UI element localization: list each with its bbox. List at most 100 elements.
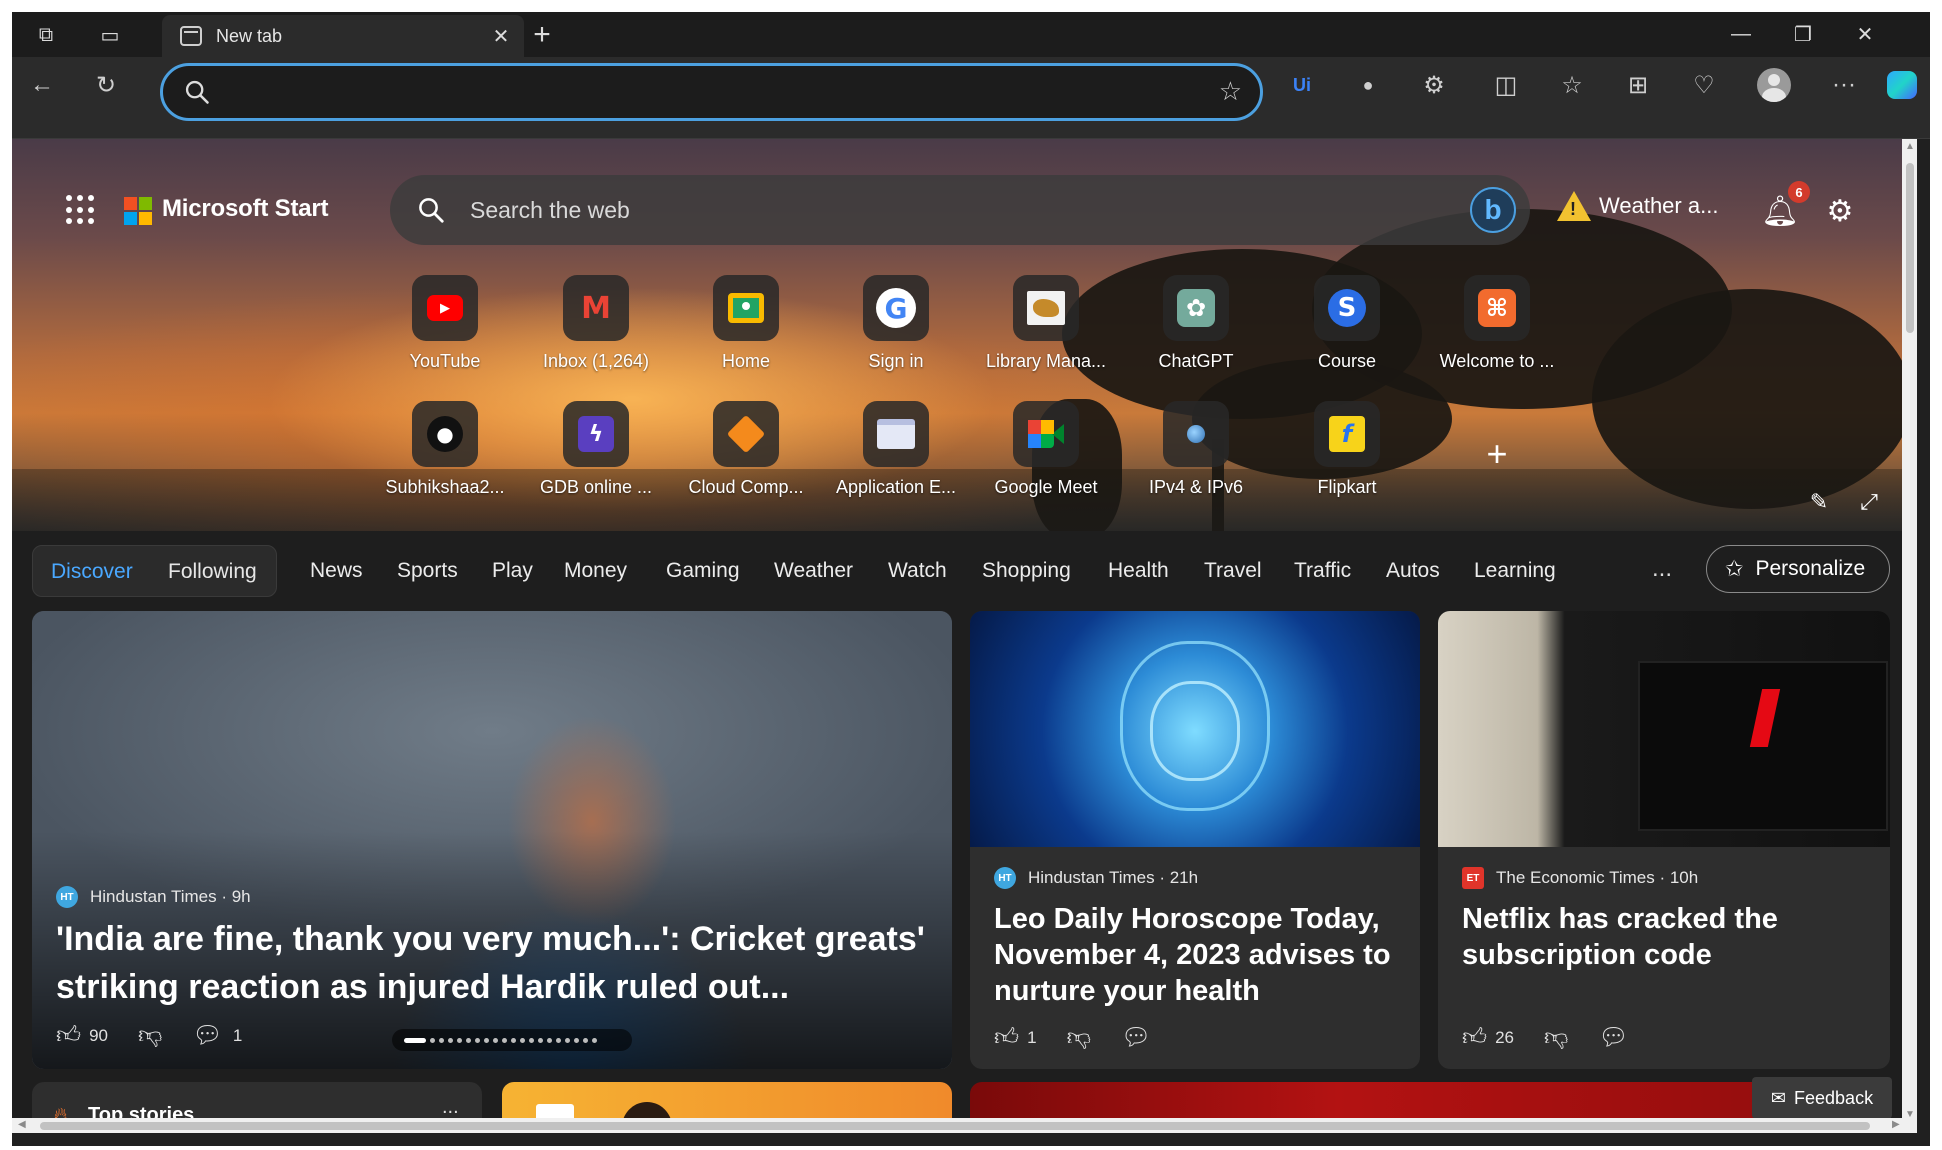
split-screen-icon[interactable]: ◫ [1484, 63, 1528, 107]
category-weather[interactable]: Weather [774, 559, 853, 583]
more-categories-button[interactable]: ... [1652, 555, 1672, 583]
back-icon[interactable]: ← [20, 63, 64, 107]
weather-alert[interactable]: Weather a... [1557, 191, 1718, 221]
category-money[interactable]: Money [564, 559, 627, 583]
workspaces-icon[interactable]: ⧉ [28, 20, 64, 50]
extension-mic-icon[interactable]: ● [1346, 63, 1390, 107]
scroll-right-icon[interactable]: ▶ [1892, 1119, 1900, 1130]
horizontal-scrollbar[interactable]: ◀ ▶ [12, 1118, 1917, 1133]
quick-link-label: ChatGPT [1158, 351, 1234, 371]
category-health[interactable]: Health [1108, 559, 1169, 583]
copilot-icon[interactable] [1880, 63, 1924, 107]
quick-link-flipkart[interactable]: f Flipkart [1277, 401, 1417, 511]
tab-actions-icon[interactable]: ▭ [92, 20, 128, 50]
tab-discover[interactable]: Discover [51, 560, 133, 584]
personalize-button[interactable]: ✩ Personalize [1706, 545, 1890, 593]
close-tab-icon[interactable]: ✕ [488, 23, 514, 49]
category-play[interactable]: Play [492, 559, 533, 583]
collections-icon[interactable]: ⊞ [1616, 63, 1660, 107]
carousel-indicator[interactable] [392, 1029, 632, 1051]
favorites-icon[interactable]: ☆ [1550, 63, 1594, 107]
tab-new-tab[interactable]: New tab ✕ [162, 15, 524, 57]
library-icon [1013, 275, 1079, 341]
quick-link-google-meet[interactable]: Google Meet [976, 401, 1116, 511]
add-shortcut-button[interactable]: + [1477, 433, 1517, 474]
like-count: 90 [89, 1025, 109, 1045]
quick-link-sign-in[interactable]: G Sign in [826, 275, 966, 385]
story-headline[interactable]: 'India are fine, thank you very much...'… [56, 915, 936, 1011]
story-headline[interactable]: Netflix has cracked the subscription cod… [1462, 901, 1872, 973]
web-search-box[interactable]: b [390, 175, 1530, 245]
top-stories-more-button[interactable]: ... [442, 1096, 459, 1119]
quick-link-course[interactable]: S Course [1277, 275, 1417, 385]
github-icon: ● [412, 401, 478, 467]
new-tab-page-icon [180, 26, 202, 46]
page-settings-gear-icon[interactable]: ⚙ [1820, 191, 1860, 231]
quick-link-ipv4-ipv6[interactable]: IPv4 & IPv6 [1126, 401, 1266, 511]
story-headline[interactable]: Leo Daily Horoscope Today, November 4, 2… [994, 901, 1404, 1009]
course-icon: S [1314, 275, 1380, 341]
horizontal-scroll-thumb[interactable] [40, 1122, 1870, 1130]
expand-icon[interactable]: ⤢ [1854, 487, 1884, 517]
vertical-scroll-thumb[interactable] [1906, 163, 1914, 333]
new-tab-button[interactable]: + [524, 18, 560, 52]
quick-link-label: Cloud Comp... [688, 477, 804, 497]
quick-link-application[interactable]: Application E... [826, 401, 966, 511]
dislike-icon[interactable]: 👎︎ [1544, 1024, 1568, 1052]
quick-link-welcome[interactable]: ⌘ Welcome to ... [1427, 275, 1567, 385]
restore-icon[interactable]: ❐ [1772, 16, 1834, 52]
category-travel[interactable]: Travel [1204, 559, 1262, 583]
comment-icon[interactable]: 💬︎ [1598, 1023, 1628, 1052]
tab-title: New tab [216, 25, 283, 46]
search-input[interactable] [470, 190, 1370, 230]
address-input[interactable] [225, 74, 1125, 110]
scroll-up-icon[interactable]: ▲ [1905, 141, 1915, 152]
netflix-tv-image [1438, 611, 1890, 847]
refresh-icon[interactable]: ↻ [84, 63, 128, 107]
vertical-scrollbar[interactable]: ▲ ▼ [1902, 139, 1917, 1125]
featured-story-card[interactable]: HT Hindustan Times · 9h 'India are fine,… [32, 611, 952, 1069]
story-card-horoscope[interactable]: HT Hindustan Times · 21h Leo Daily Horos… [970, 611, 1420, 1069]
close-window-icon[interactable]: ✕ [1834, 16, 1896, 52]
quick-link-gmail[interactable]: M Inbox (1,264) [526, 275, 666, 385]
category-learning[interactable]: Learning [1474, 559, 1556, 583]
quick-link-chatgpt[interactable]: ✿ ChatGPT [1126, 275, 1266, 385]
quick-link-library[interactable]: Library Mana... [976, 275, 1116, 385]
address-bar[interactable]: ☆ [160, 63, 1263, 121]
settings-more-icon[interactable]: ··· [1822, 63, 1866, 107]
category-traffic[interactable]: Traffic [1294, 559, 1351, 583]
category-sports[interactable]: Sports [397, 559, 458, 583]
quick-link-youtube[interactable]: ▶ YouTube [375, 275, 515, 385]
category-autos[interactable]: Autos [1386, 559, 1440, 583]
quick-link-home[interactable]: Home [676, 275, 816, 385]
feedback-button[interactable]: ✉ Feedback [1752, 1077, 1892, 1119]
like-icon[interactable]: 👍︎ [56, 1022, 81, 1050]
scroll-left-icon[interactable]: ◀ [18, 1119, 26, 1130]
like-icon[interactable]: 👍︎ [1462, 1024, 1487, 1052]
dislike-icon[interactable]: 👎︎ [1067, 1024, 1091, 1052]
story-card-netflix[interactable]: ET The Economic Times · 10h Netflix has … [1438, 611, 1890, 1069]
browser-essentials-icon[interactable]: ♡ [1682, 63, 1726, 107]
category-shopping[interactable]: Shopping [982, 559, 1071, 583]
category-news[interactable]: News [310, 559, 363, 583]
quick-link-github[interactable]: ● Subhikshaa2... [375, 401, 515, 511]
minimize-icon[interactable]: — [1710, 16, 1772, 52]
edit-background-icon[interactable]: ✎ [1804, 487, 1834, 517]
app-launcher-icon[interactable] [66, 195, 96, 225]
tab-following[interactable]: Following [168, 560, 257, 584]
bing-chat-icon[interactable]: b [1470, 187, 1516, 233]
extensions-icon[interactable]: ⚙ [1412, 63, 1456, 107]
extension-ui-icon[interactable]: Ui [1280, 63, 1324, 107]
favorite-star-icon[interactable]: ☆ [1219, 76, 1242, 107]
like-icon[interactable]: 👍︎ [994, 1024, 1019, 1052]
dislike-icon[interactable]: 👎︎ [138, 1022, 162, 1050]
category-gaming[interactable]: Gaming [666, 559, 740, 583]
comment-icon[interactable]: 💬︎ [192, 1021, 222, 1050]
quick-link-cloud[interactable]: Cloud Comp... [676, 401, 816, 511]
comment-icon[interactable]: 💬︎ [1121, 1023, 1151, 1052]
brand-title[interactable]: Microsoft Start [162, 195, 329, 223]
profile-avatar[interactable] [1752, 63, 1796, 107]
story-actions: 👍︎ 90 👎︎ 💬︎ 1 [56, 1021, 242, 1050]
quick-link-gdb[interactable]: ϟ GDB online ... [526, 401, 666, 511]
category-watch[interactable]: Watch [888, 559, 947, 583]
